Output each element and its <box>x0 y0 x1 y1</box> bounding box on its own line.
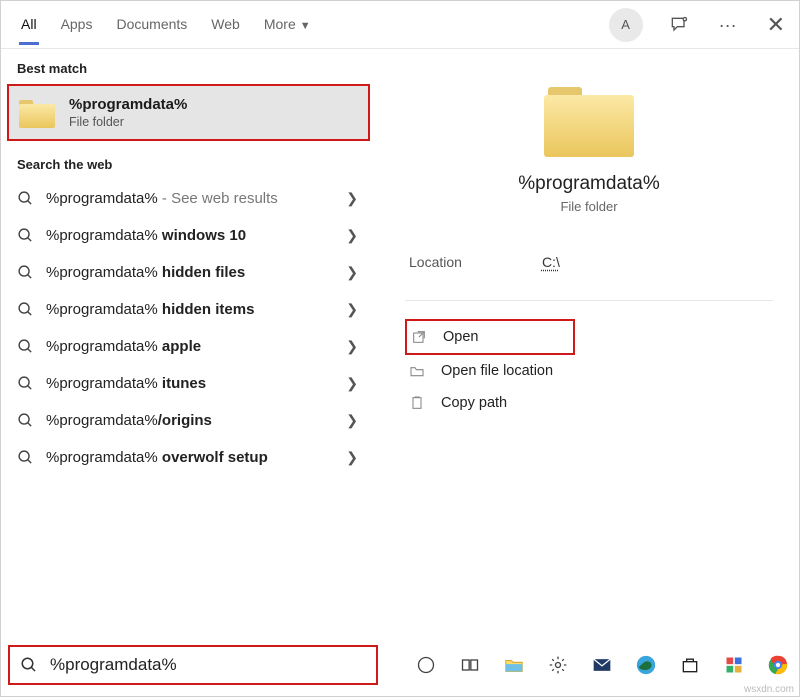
tab-more[interactable]: More▼ <box>262 4 313 45</box>
web-result-label: %programdata% hidden files <box>46 264 245 281</box>
web-result-label: %programdata% - See web results <box>46 190 278 207</box>
search-web-label: Search the web <box>1 145 378 180</box>
divider <box>405 300 773 301</box>
more-options[interactable]: ··· <box>715 12 741 38</box>
chevron-right-icon: ❯ <box>346 375 364 392</box>
settings-icon[interactable] <box>546 653 570 677</box>
tab-documents[interactable]: Documents <box>114 4 189 45</box>
preview-subtitle: File folder <box>560 199 617 214</box>
feedback-icon[interactable] <box>665 11 693 39</box>
search-icon <box>17 264 34 281</box>
search-icon <box>17 375 34 392</box>
action-open-location[interactable]: Open file location <box>405 355 773 387</box>
results-panel: Best match %programdata% File folder Sea… <box>1 49 379 696</box>
tab-web[interactable]: Web <box>209 4 242 45</box>
app-icon[interactable] <box>722 653 746 677</box>
search-window: All Apps Documents Web More▼ A ··· ✕ Bes… <box>0 0 800 697</box>
search-icon <box>17 227 34 244</box>
chevron-right-icon: ❯ <box>346 190 364 207</box>
user-avatar[interactable]: A <box>609 8 643 42</box>
location-row: Location C:\ <box>409 254 769 270</box>
header: All Apps Documents Web More▼ A ··· ✕ <box>1 1 799 49</box>
close-icon[interactable]: ✕ <box>763 10 789 40</box>
action-copy-path-label: Copy path <box>441 395 507 411</box>
chevron-down-icon: ▼ <box>300 20 311 32</box>
web-result-label: %programdata% apple <box>46 338 201 355</box>
best-match-label: Best match <box>1 49 378 84</box>
web-result-item[interactable]: %programdata% apple ❯ <box>1 328 378 365</box>
chrome-icon[interactable] <box>766 653 790 677</box>
copy-icon <box>409 395 427 411</box>
web-results-list: %programdata% - See web results❯%program… <box>1 180 378 476</box>
chevron-right-icon: ❯ <box>346 301 364 318</box>
best-match-text: %programdata% File folder <box>69 96 187 129</box>
tab-all[interactable]: All <box>19 4 39 45</box>
task-view-icon[interactable] <box>458 653 482 677</box>
edge-icon[interactable] <box>634 653 658 677</box>
folder-icon <box>19 98 55 128</box>
folder-icon <box>544 83 634 157</box>
search-bar[interactable] <box>8 645 378 685</box>
preview-panel: %programdata% File folder Location C:\ O… <box>379 49 799 696</box>
best-match-title: %programdata% <box>69 96 187 113</box>
body: Best match %programdata% File folder Sea… <box>1 49 799 696</box>
tab-apps[interactable]: Apps <box>59 4 95 45</box>
action-copy-path[interactable]: Copy path <box>405 387 773 419</box>
web-result-item[interactable]: %programdata%/origins ❯ <box>1 402 378 439</box>
location-label: Location <box>409 254 462 270</box>
chevron-right-icon: ❯ <box>346 338 364 355</box>
location-value[interactable]: C:\ <box>542 254 560 270</box>
search-input[interactable] <box>48 654 366 676</box>
action-open-location-label: Open file location <box>441 363 553 379</box>
watermark: wsxdn.com <box>744 684 794 695</box>
folder-open-icon <box>409 363 427 379</box>
web-result-item[interactable]: %programdata% hidden files ❯ <box>1 254 378 291</box>
web-result-label: %programdata%/origins <box>46 412 212 429</box>
file-explorer-icon[interactable] <box>502 653 526 677</box>
web-result-item[interactable]: %programdata% - See web results ❯ <box>1 180 378 217</box>
action-open-label: Open <box>443 329 478 345</box>
preview-title: %programdata% <box>518 173 660 195</box>
web-result-label: %programdata% hidden items <box>46 301 254 318</box>
open-icon <box>411 329 429 345</box>
web-result-label: %programdata% overwolf setup <box>46 449 268 466</box>
chevron-right-icon: ❯ <box>346 449 364 466</box>
action-open[interactable]: Open <box>405 319 575 355</box>
search-icon <box>17 412 34 429</box>
web-result-item[interactable]: %programdata% itunes ❯ <box>1 365 378 402</box>
header-actions: A ··· ✕ <box>609 8 789 42</box>
search-icon <box>17 338 34 355</box>
search-icon <box>17 190 34 207</box>
actions-list: Open Open file location Copy path <box>405 319 773 419</box>
web-result-label: %programdata% itunes <box>46 375 206 392</box>
preview-hero: %programdata% File folder <box>405 83 773 214</box>
best-match-subtitle: File folder <box>69 115 187 129</box>
search-icon <box>17 301 34 318</box>
chevron-right-icon: ❯ <box>346 264 364 281</box>
filter-tabs: All Apps Documents Web More▼ <box>19 4 609 45</box>
web-result-item[interactable]: %programdata% hidden items ❯ <box>1 291 378 328</box>
search-icon <box>20 656 38 674</box>
taskbar <box>414 645 790 685</box>
web-result-label: %programdata% windows 10 <box>46 227 246 244</box>
store-icon[interactable] <box>678 653 702 677</box>
web-result-item[interactable]: %programdata% overwolf setup ❯ <box>1 439 378 476</box>
search-icon <box>17 449 34 466</box>
chevron-right-icon: ❯ <box>346 412 364 429</box>
best-match-item[interactable]: %programdata% File folder <box>7 84 370 141</box>
web-result-item[interactable]: %programdata% windows 10 ❯ <box>1 217 378 254</box>
mail-icon[interactable] <box>590 653 614 677</box>
chevron-right-icon: ❯ <box>346 227 364 244</box>
cortana-icon[interactable] <box>414 653 438 677</box>
